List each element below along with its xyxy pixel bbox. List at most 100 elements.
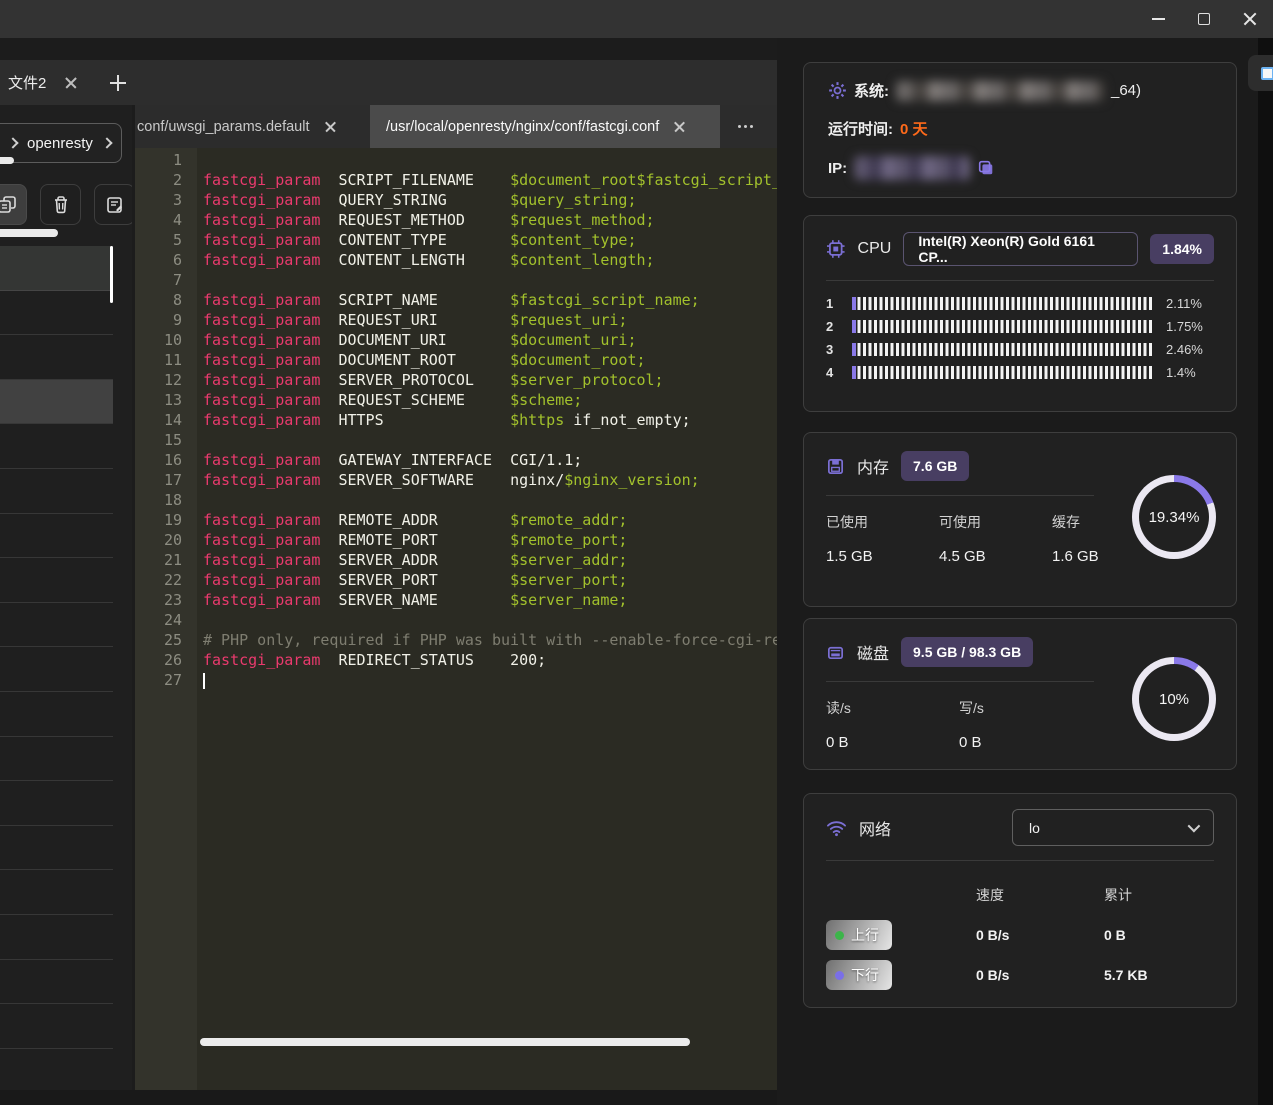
code-line: 4 fastcgi_param REQUEST_METHOD $request_m…: [135, 210, 777, 230]
editor-tab-label: /usr/local/openresty/nginx/conf/fastcgi.…: [386, 118, 660, 135]
line-number: 22: [163, 571, 182, 589]
core-usage-bar: [852, 320, 1152, 333]
editor-tab-uwsgi[interactable]: conf/uwsgi_params.default: [135, 105, 362, 148]
direction-tag: 上行: [826, 920, 892, 950]
file-list-item[interactable]: [0, 1004, 113, 1049]
panel-icon: [1261, 66, 1273, 80]
file-list-item[interactable]: [0, 291, 113, 336]
tab-close-icon[interactable]: [673, 121, 685, 133]
stat-column: 读/s 0 B: [826, 698, 959, 751]
memory-gauge: 19.34%: [1132, 475, 1216, 559]
code-line: 20 fastcgi_param REMOTE_PORT $remote_port…: [135, 530, 777, 550]
code-line: 23 fastcgi_param SERVER_NAME $server_name…: [135, 590, 777, 610]
chevron-right-icon: [101, 137, 113, 149]
network-row: 上行 0 B/s 0 B: [826, 915, 1214, 955]
core-usage-bar: [852, 343, 1152, 356]
stat-label: 可使用: [939, 514, 981, 530]
file-list-item[interactable]: [0, 424, 113, 469]
edge-panel-button[interactable]: [1248, 55, 1273, 91]
interface-select[interactable]: lo: [1012, 809, 1214, 846]
code-line: 25 # PHP only, required if PHP was built …: [135, 630, 777, 650]
file-list-item[interactable]: [0, 692, 113, 737]
code-line: 26 fastcgi_param REDIRECT_STATUS 200;: [135, 650, 777, 670]
system-card: 系统: _64) 运行时间: 0 天 IP:: [803, 62, 1237, 198]
file-list-item[interactable]: [0, 826, 113, 871]
file-list-item[interactable]: [0, 870, 113, 915]
code-line: 1: [135, 150, 777, 170]
file-list-item[interactable]: [0, 781, 113, 826]
core-usage-value: 2.46%: [1166, 342, 1203, 357]
line-number: 17: [163, 471, 182, 489]
system-value-redacted: [896, 80, 1104, 101]
file-list-item[interactable]: [0, 647, 113, 692]
divider: [826, 280, 1214, 281]
direction-dot-icon: [835, 970, 844, 980]
code-line: 11 fastcgi_param DOCUMENT_ROOT $document_…: [135, 350, 777, 370]
bottom-strip: [0, 1090, 777, 1105]
chevron-down-icon: [1187, 819, 1201, 833]
total-value: 0 B: [1104, 927, 1126, 943]
code-area[interactable]: 1 2 fastcgi_param SCRIPT_FILENAME $documen…: [135, 148, 777, 1090]
list-scrollbar-thumb[interactable]: [110, 246, 113, 303]
system-label: 系统:: [854, 83, 889, 100]
file-list-item[interactable]: [0, 379, 113, 425]
cpu-chip-icon: [826, 240, 845, 258]
line-number: 23: [163, 591, 182, 609]
editor-hscrollbar[interactable]: [200, 1038, 690, 1046]
new-tab-button[interactable]: [110, 74, 127, 91]
monitor-panel: 系统: _64) 运行时间: 0 天 IP: CPU Intel(R) Xeon…: [777, 38, 1258, 1105]
file-panel: openresty: [0, 105, 132, 1090]
file-list-item[interactable]: [0, 915, 113, 960]
ip-label: IP:: [828, 159, 848, 177]
core-id: 4: [826, 365, 834, 380]
delete-button[interactable]: [40, 184, 81, 225]
file-list-item[interactable]: [0, 737, 113, 782]
core-id: 3: [826, 342, 834, 357]
cpu-model[interactable]: Intel(R) Xeon(R) Gold 6161 CP...: [903, 232, 1139, 266]
code-line: 22 fastcgi_param SERVER_PORT $server_port…: [135, 570, 777, 590]
tab-close-icon[interactable]: [64, 76, 78, 90]
file-list-item[interactable]: [0, 335, 113, 380]
code-line: 3 fastcgi_param QUERY_STRING $query_strin…: [135, 190, 777, 210]
memory-icon: [827, 458, 844, 474]
breadcrumb-scrollbar[interactable]: [0, 157, 14, 164]
breadcrumb[interactable]: openresty: [0, 123, 122, 163]
file-list-item[interactable]: [0, 469, 113, 514]
close-button[interactable]: [1227, 0, 1273, 38]
more-tabs-button[interactable]: [738, 125, 753, 128]
minimize-button[interactable]: [1135, 0, 1181, 38]
tab-files[interactable]: 文件2: [8, 72, 46, 93]
stat-column: 已使用 1.5 GB: [826, 512, 939, 565]
core-usage-bar: [852, 297, 1152, 310]
stat-label: 写/s: [959, 700, 984, 716]
file-list-item[interactable]: [0, 960, 113, 1005]
divider: [826, 495, 1094, 496]
file-list-item[interactable]: [0, 1049, 113, 1090]
code-line: 6 fastcgi_param CONTENT_LENGTH $content_l…: [135, 250, 777, 270]
code-line: 24: [135, 610, 777, 630]
stat-label: 已使用: [826, 514, 868, 530]
app-window: 文件2 openresty conf/uwsgi_params.default …: [0, 0, 1273, 1105]
copy-ip-icon[interactable]: [977, 159, 995, 177]
stat-column: 可使用 4.5 GB: [939, 512, 1052, 565]
file-list-item[interactable]: [0, 558, 113, 603]
line-number: 2: [172, 171, 182, 189]
code-line: 13 fastcgi_param REQUEST_SCHEME $scheme;: [135, 390, 777, 410]
toolbar-scrollbar[interactable]: [0, 229, 58, 237]
stat-value: 0 B: [826, 734, 849, 751]
copy-button[interactable]: [0, 184, 27, 225]
ip-value-redacted: [854, 156, 971, 180]
file-list-item[interactable]: [0, 603, 113, 648]
breadcrumb-current[interactable]: openresty: [27, 135, 93, 152]
network-row: 下行 0 B/s 5.7 KB: [826, 955, 1214, 995]
direction-dot-icon: [835, 930, 844, 940]
line-number: 26: [163, 651, 182, 669]
memory-gauge-value: 19.34%: [1148, 508, 1200, 526]
maximize-button[interactable]: [1181, 0, 1227, 38]
file-list-item[interactable]: [0, 246, 113, 291]
edit-button[interactable]: [94, 184, 132, 225]
file-list-item[interactable]: [0, 514, 113, 559]
editor-tab-fastcgi[interactable]: /usr/local/openresty/nginx/conf/fastcgi.…: [370, 105, 720, 148]
tab-close-icon[interactable]: [324, 121, 336, 133]
code-line: 27: [135, 670, 777, 690]
